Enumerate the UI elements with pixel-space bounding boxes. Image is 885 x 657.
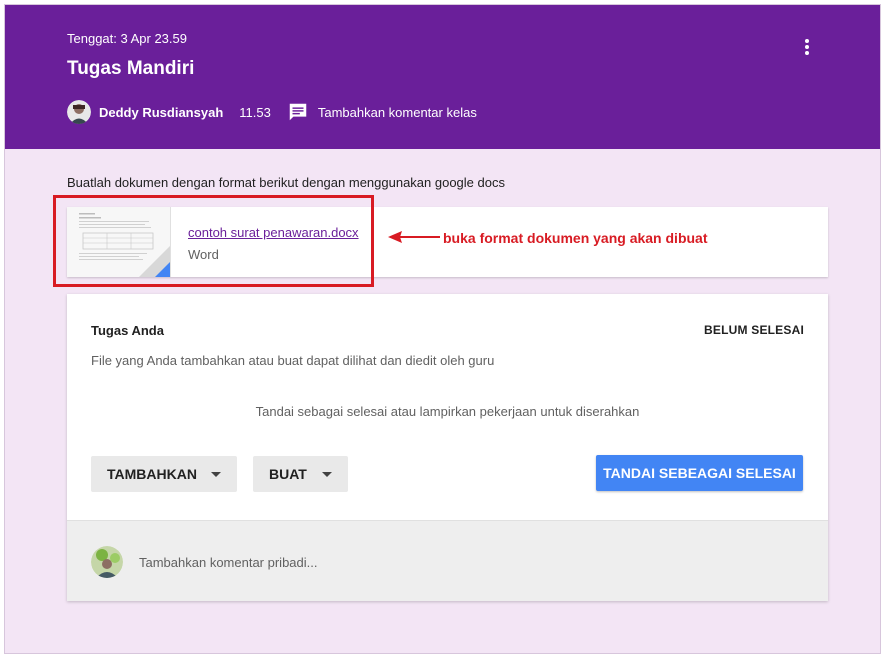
post-time: 11.53 [239,104,271,120]
add-attachment-label: TAMBAHKAN [107,466,197,482]
user-avatar [91,546,123,578]
author-avatar [67,100,91,124]
add-class-comment-link[interactable]: Tambahkan komentar kelas [318,105,477,120]
your-work-card: Tugas Anda BELUM SELESAI File yang Anda … [67,294,828,601]
private-comment-input[interactable] [139,550,779,574]
comment-icon[interactable] [287,101,309,123]
due-date: Tenggat: 3 Apr 23.59 [67,31,187,46]
dropdown-arrow-icon [211,471,221,477]
more-options-icon[interactable] [801,39,813,59]
mark-as-done-button[interactable]: TANDAI SEBEAGAI SELESAI [596,455,803,491]
annotation-highlight-box [53,195,374,287]
work-status-badge: BELUM SELESAI [704,323,804,337]
create-document-label: BUAT [269,466,307,482]
assignment-meta: Deddy Rusdiansyah 11.53 Tambahkan koment… [67,99,477,125]
private-comment-area [67,520,828,601]
your-work-subtitle: File yang Anda tambahkan atau buat dapat… [91,353,495,368]
create-document-button[interactable]: BUAT [253,456,348,492]
annotation-arrow-icon [388,231,440,243]
dropdown-arrow-icon [322,471,332,477]
annotation-text: buka format dokumen yang akan dibuat [443,230,708,246]
author-name: Deddy Rusdiansyah [99,104,224,120]
your-work-hint: Tandai sebagai selesai atau lampirkan pe… [255,404,640,419]
assignment-title: Tugas Mandiri [67,58,195,79]
your-work-title: Tugas Anda [91,323,164,338]
add-attachment-button[interactable]: TAMBAHKAN [91,456,237,492]
assignment-instructions: Buatlah dokumen dengan format berikut de… [67,175,505,190]
assignment-header: Tenggat: 3 Apr 23.59 Tugas Mandiri Deddy… [5,5,880,149]
assignment-page: Tenggat: 3 Apr 23.59 Tugas Mandiri Deddy… [4,4,881,654]
